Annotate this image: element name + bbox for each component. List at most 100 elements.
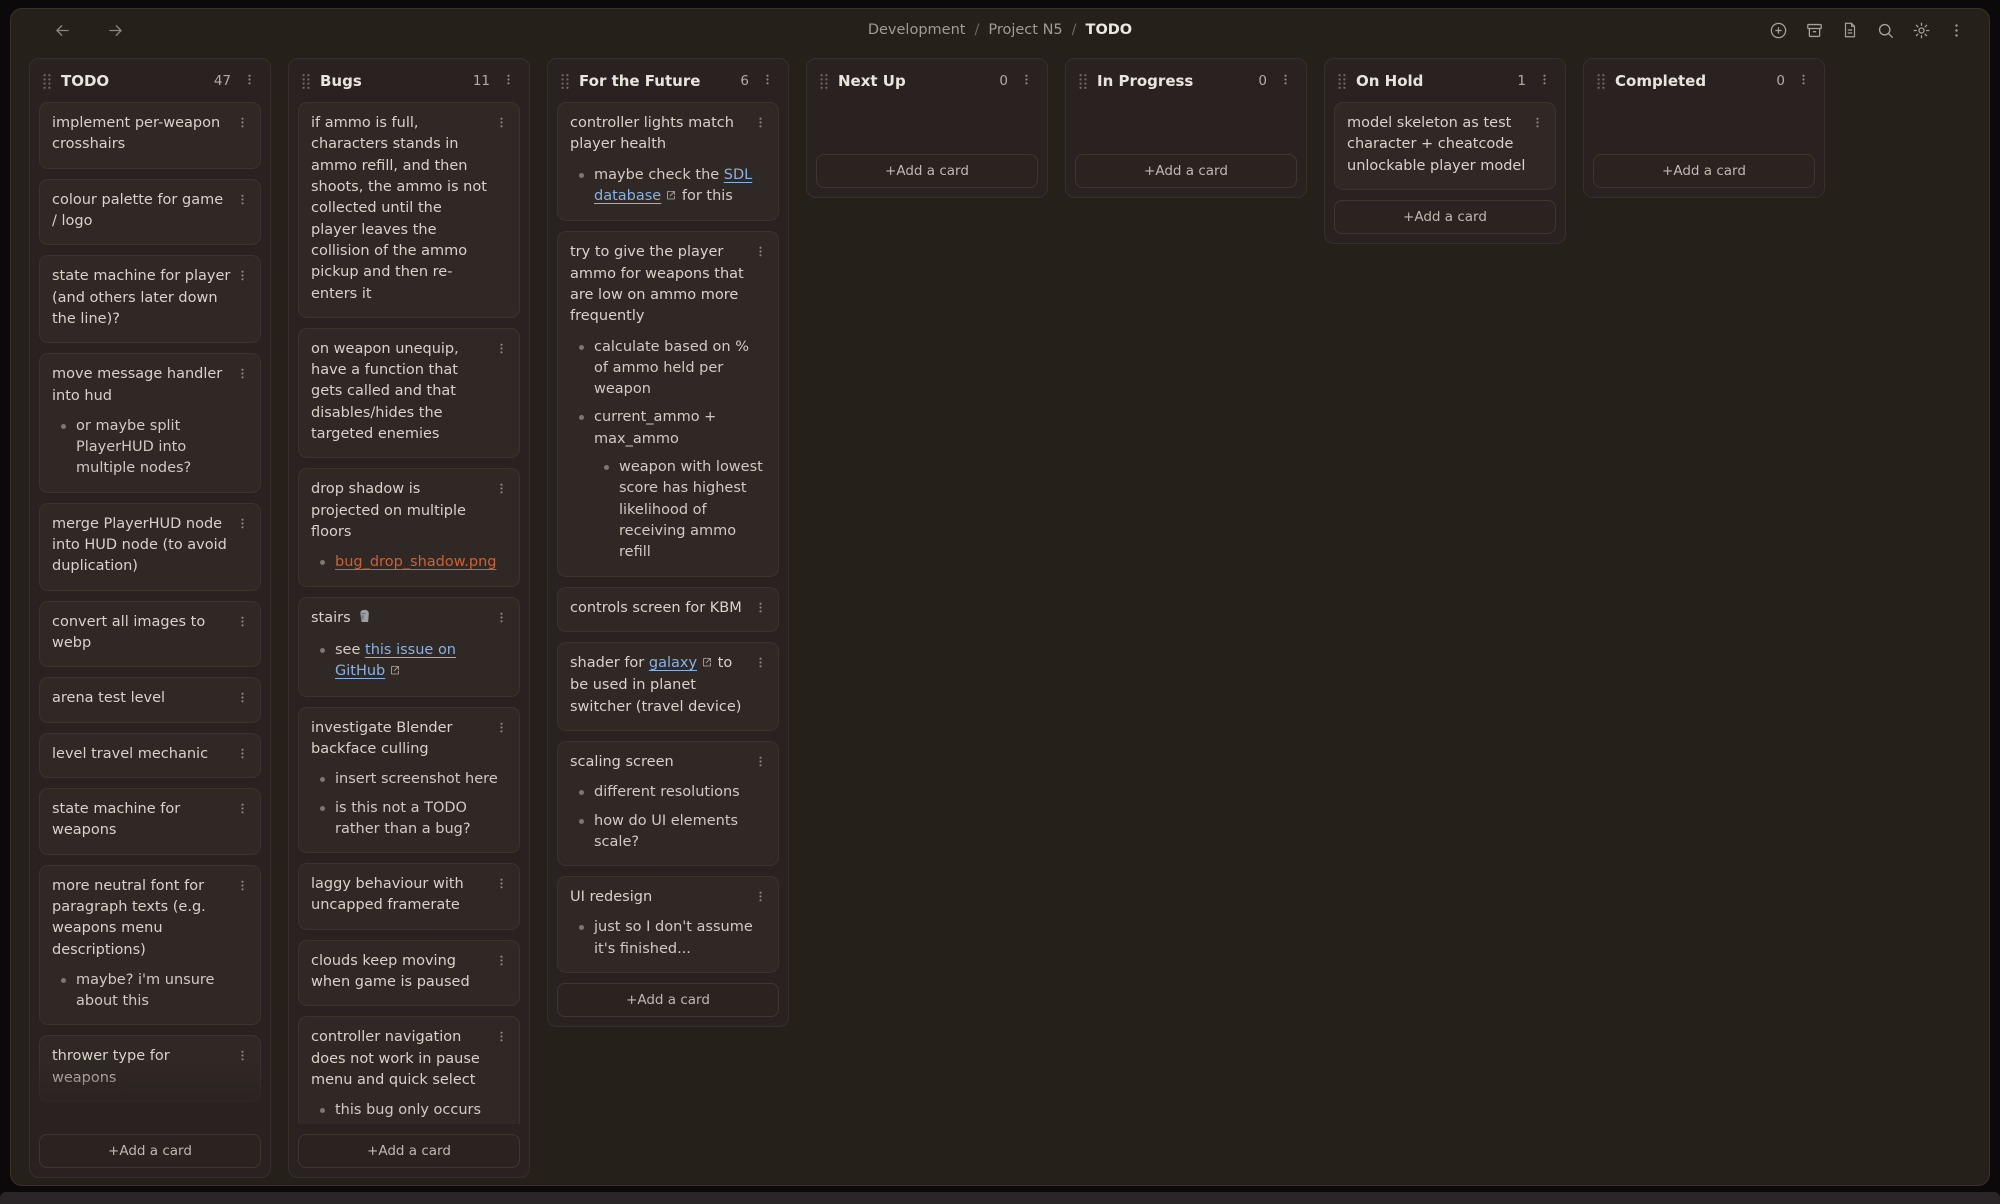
card[interactable]: if ammo is full, characters stands in am… bbox=[298, 102, 520, 318]
card-menu-button[interactable] bbox=[234, 745, 251, 765]
column-title: On Hold bbox=[1356, 72, 1517, 90]
card-menu-button[interactable] bbox=[493, 875, 510, 895]
document-icon bbox=[1841, 21, 1859, 39]
card[interactable]: investigate Blender backface cullinginse… bbox=[298, 707, 520, 854]
add-card-button[interactable]: +Add a card bbox=[816, 154, 1038, 188]
card-menu-button[interactable] bbox=[234, 267, 251, 287]
drag-handle-icon[interactable] bbox=[42, 73, 52, 90]
breadcrumb-item-development[interactable]: Development bbox=[868, 22, 966, 38]
card[interactable]: more neutral font for paragraph texts (e… bbox=[39, 865, 261, 1026]
card-menu-button[interactable] bbox=[493, 1028, 510, 1048]
card-menu-button[interactable] bbox=[493, 480, 510, 500]
more-button[interactable] bbox=[1946, 20, 1967, 41]
breadcrumb-item-project[interactable]: Project N5 bbox=[988, 22, 1062, 38]
card-menu-button[interactable] bbox=[752, 599, 769, 619]
card[interactable]: UI redesignjust so I don't assume it's f… bbox=[557, 876, 779, 973]
forward-button[interactable] bbox=[104, 19, 127, 42]
card-link[interactable]: bug_drop_shadow.png bbox=[335, 554, 496, 570]
column-menu-button[interactable] bbox=[1018, 71, 1035, 91]
card-menu-button[interactable] bbox=[752, 243, 769, 263]
add-card-button[interactable]: +Add a card bbox=[1334, 200, 1556, 234]
card-menu-button[interactable] bbox=[234, 365, 251, 385]
card-menu-button[interactable] bbox=[493, 952, 510, 972]
add-card-button[interactable]: +Add a card bbox=[1593, 154, 1815, 188]
document-button[interactable] bbox=[1839, 19, 1861, 41]
card[interactable]: on weapon unequip, have a function that … bbox=[298, 328, 520, 459]
drag-handle-icon[interactable] bbox=[819, 73, 829, 90]
card[interactable]: merge PlayerHUD node into HUD node (to a… bbox=[39, 503, 261, 591]
column-menu-button[interactable] bbox=[500, 71, 517, 91]
card[interactable]: shader for galaxy to be used in planet s… bbox=[557, 642, 779, 731]
back-button[interactable] bbox=[51, 19, 74, 42]
text-segment: stairs bbox=[311, 610, 355, 626]
card-bullets: different resolutionshow do UI elements … bbox=[570, 782, 766, 853]
card-menu-button[interactable] bbox=[493, 609, 510, 629]
card[interactable]: scaling screendifferent resolutionshow d… bbox=[557, 741, 779, 866]
card-menu-button[interactable] bbox=[234, 800, 251, 820]
card[interactable]: colour palette for game / logo bbox=[39, 179, 261, 246]
card-menu-button[interactable] bbox=[234, 191, 251, 211]
card-menu-button[interactable] bbox=[234, 877, 251, 897]
card[interactable]: thrower type for weapons bbox=[39, 1035, 261, 1102]
text-segment: convert all images to webp bbox=[52, 614, 205, 651]
card-menu-button[interactable] bbox=[493, 719, 510, 739]
drag-handle-icon[interactable] bbox=[1078, 73, 1088, 90]
add-card-button[interactable]: +Add a card bbox=[1075, 154, 1297, 188]
column-menu-button[interactable] bbox=[241, 71, 258, 91]
card-menu-button[interactable] bbox=[234, 114, 251, 134]
card[interactable]: laggy behaviour with uncapped framerate bbox=[298, 863, 520, 930]
kebab-icon bbox=[495, 482, 508, 498]
card[interactable]: controller navigation does not work in p… bbox=[298, 1016, 520, 1124]
card-link[interactable]: galaxy bbox=[649, 655, 697, 671]
add-button[interactable] bbox=[1767, 19, 1790, 42]
card[interactable]: controller lights match player healthmay… bbox=[557, 102, 779, 221]
card[interactable]: stairs see this issue on GitHub bbox=[298, 597, 520, 697]
card-menu-button[interactable] bbox=[752, 654, 769, 674]
card[interactable]: invincibility timer for enemies bbox=[39, 1112, 261, 1124]
column-menu-button[interactable] bbox=[1795, 71, 1812, 91]
card[interactable]: model skeleton as test character + cheat… bbox=[1334, 102, 1556, 190]
card[interactable]: try to give the player ammo for weapons … bbox=[557, 231, 779, 576]
drag-handle-icon[interactable] bbox=[1337, 73, 1347, 90]
add-card-button[interactable]: +Add a card bbox=[557, 983, 779, 1017]
card[interactable]: controls screen for KBM bbox=[557, 587, 779, 632]
card-menu-button[interactable] bbox=[234, 1047, 251, 1067]
column-menu-button[interactable] bbox=[1277, 71, 1294, 91]
card[interactable]: state machine for player (and others lat… bbox=[39, 255, 261, 343]
drag-handle-icon[interactable] bbox=[560, 73, 570, 90]
text-segment: maybe check the bbox=[594, 167, 724, 183]
card[interactable]: move message handler into hudor maybe sp… bbox=[39, 353, 261, 493]
drag-handle-icon[interactable] bbox=[1596, 73, 1606, 90]
column-header: For the Future6 bbox=[557, 68, 779, 102]
card-menu-button[interactable] bbox=[234, 515, 251, 535]
card[interactable]: state machine for weapons bbox=[39, 788, 261, 855]
breadcrumb-item-current[interactable]: TODO bbox=[1086, 22, 1133, 38]
archive-button[interactable] bbox=[1803, 19, 1826, 42]
search-button[interactable] bbox=[1874, 19, 1897, 42]
card[interactable]: level travel mechanic bbox=[39, 733, 261, 778]
add-card-button[interactable]: +Add a card bbox=[39, 1134, 261, 1168]
column-menu-button[interactable] bbox=[1536, 71, 1553, 91]
card-title: laggy behaviour with uncapped framerate bbox=[311, 874, 507, 917]
card[interactable]: convert all images to webp bbox=[39, 601, 261, 668]
card[interactable]: clouds keep moving when game is paused bbox=[298, 940, 520, 1007]
card-menu-button[interactable] bbox=[493, 114, 510, 134]
search-icon bbox=[1876, 21, 1895, 40]
text-segment: state machine for player (and others lat… bbox=[52, 268, 230, 327]
card-menu-button[interactable] bbox=[752, 114, 769, 134]
card[interactable]: implement per-weapon crosshairs bbox=[39, 102, 261, 169]
card-menu-button[interactable] bbox=[752, 753, 769, 773]
card-menu-button[interactable] bbox=[234, 689, 251, 709]
card[interactable]: drop shadow is projected on multiple flo… bbox=[298, 468, 520, 586]
column-menu-button[interactable] bbox=[759, 71, 776, 91]
card-menu-button[interactable] bbox=[234, 613, 251, 633]
text-segment: merge PlayerHUD node into HUD node (to a… bbox=[52, 516, 227, 575]
card-menu-button[interactable] bbox=[493, 340, 510, 360]
settings-button[interactable] bbox=[1910, 19, 1933, 42]
bullet-dot-icon bbox=[579, 925, 584, 930]
card-menu-button[interactable] bbox=[752, 888, 769, 908]
add-card-button[interactable]: +Add a card bbox=[298, 1134, 520, 1168]
card[interactable]: arena test level bbox=[39, 677, 261, 722]
drag-handle-icon[interactable] bbox=[301, 73, 311, 90]
card-menu-button[interactable] bbox=[1529, 114, 1546, 134]
